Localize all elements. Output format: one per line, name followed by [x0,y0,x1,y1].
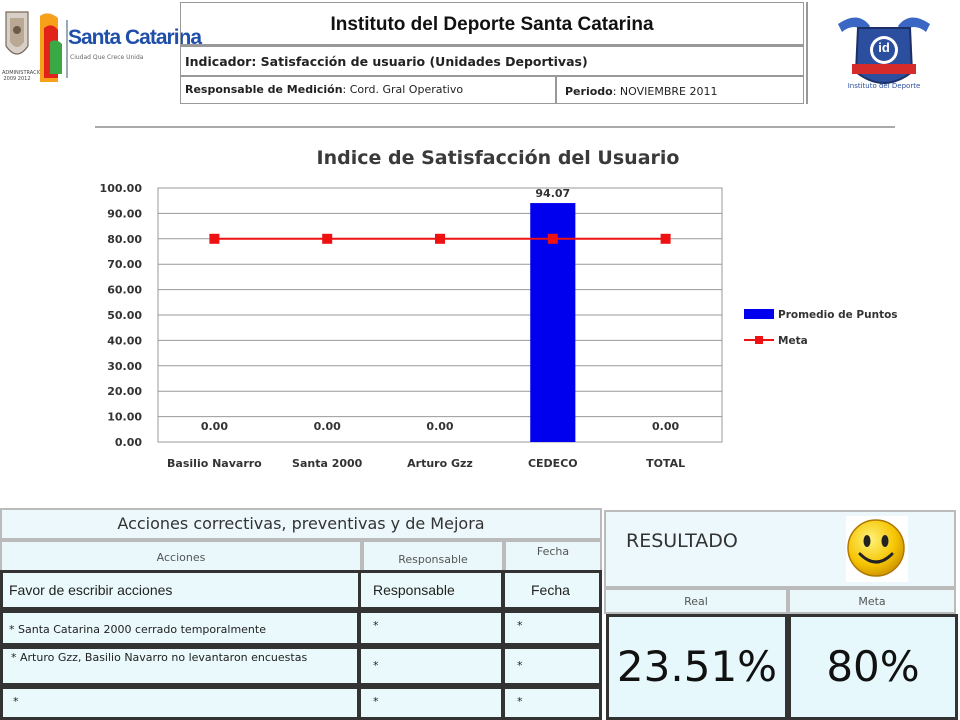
y-tick-label: 100.00 [100,182,143,195]
x-tick-label: TOTAL [646,457,685,470]
periodo-value: : NOVIEMBRE 2011 [612,85,718,98]
x-tick-label: Santa 2000 [292,457,363,470]
x-tick-label: Basilio Navarro [167,457,262,470]
action-cell[interactable]: * Arturo Gzz, Basilio Navarro no levanta… [0,646,360,686]
bar-data-label: 0.00 [426,420,453,433]
fecha-cell[interactable]: * [502,686,602,720]
responsable-value: : Cord. Gral Operativo [342,83,464,96]
result-header: RESULTADO [604,510,956,588]
fecha-cell[interactable]: * [502,646,602,686]
y-tick-label: 40.00 [107,334,142,347]
legend-label: Promedio de Puntos [778,309,898,321]
santa-catarina-logo: Santa Catarina Ciudad Que Crece Unida [36,8,202,86]
result-real-header: Real [604,588,788,614]
legend-label: Meta [778,335,808,347]
result-label: RESULTADO [626,530,738,552]
responsable-field: Responsable de Medición: Cord. Gral Oper… [180,76,556,104]
santa-catarina-logo-tagline: Ciudad Que Crece Unida [70,54,144,61]
chart-title: Indice de Satisfacción del Usuario [317,147,680,169]
meta-point [435,233,445,244]
y-tick-label: 10.00 [107,411,142,424]
result-panel: RESULTADO Real Meta 23.51% 80% [604,508,960,720]
responsable-cell[interactable]: * [358,646,504,686]
y-tick-label: 20.00 [107,385,142,398]
actions-table: Acciones correctivas, preventivas y de M… [0,508,602,720]
periodo-label: Periodo [565,85,613,98]
responsable-label: Responsable de Medición [185,83,343,96]
action-cell[interactable]: * [0,686,360,720]
meta-point [209,233,220,244]
smiley-face-icon [844,514,910,584]
fecha-cell[interactable]: * [502,610,602,646]
y-tick-label: 0.00 [115,436,142,449]
y-tick-label: 80.00 [107,233,142,246]
instituto-deporte-logo: id Instituto del Deporte [806,2,960,104]
id-logo-caption: Instituto del Deporte [847,82,921,90]
y-tick-label: 70.00 [107,258,142,271]
responsable-cell[interactable]: * [358,686,504,720]
x-tick-label: Arturo Gzz [407,457,473,470]
action-cell[interactable]: Favor de escribir acciones [0,570,362,610]
meta-point [322,233,333,244]
y-tick-label: 60.00 [107,284,142,297]
y-tick-label: 50.00 [107,309,142,322]
actions-title: Acciones correctivas, preventivas y de M… [0,508,602,540]
y-tick-label: 90.00 [107,207,142,220]
bar-data-label: 94.07 [535,187,570,200]
y-tick-label: 30.00 [107,360,142,373]
periodo-field: Periodo: NOVIEMBRE 2011 [556,76,804,104]
id-logo-text: id [878,40,890,55]
chart-top-rule [95,126,895,128]
satisfaction-chart: Indice de Satisfacción del Usuario 0.00 1… [100,147,898,470]
bar-data-label: 0.00 [201,420,228,433]
result-real-value: 23.51% [606,614,788,720]
report-header: ADMINISTRACIÓN 2009 2012 Santa Catarina … [0,0,960,104]
page-title: Instituto del Deporte Santa Catarina [180,2,804,46]
meta-point [547,233,558,244]
chart-plot-area: 0.00 10.00 20.00 30.00 40.00 50.00 60.00 70.00 8… [100,182,898,470]
fecha-cell[interactable]: Fecha [502,570,602,610]
meta-point [660,233,671,244]
bar-data-label: 0.00 [652,420,679,433]
bar-data-label: 0.00 [314,420,341,433]
municipal-seal-logo: ADMINISTRACIÓN 2009 2012 [2,6,46,92]
result-meta-value: 80% [788,614,958,720]
legend-swatch-marker [755,336,763,344]
indicator-label: Indicador: Satisfacción de usuario (Unid… [180,46,804,76]
responsable-cell[interactable]: * [358,610,504,646]
responsable-cell[interactable]: Responsable [358,570,504,610]
legend-swatch-bar [744,309,774,319]
result-meta-header: Meta [788,588,956,614]
x-tick-label: CEDECO [528,457,578,470]
action-cell[interactable]: * Santa Catarina 2000 cerrado temporalme… [0,610,360,646]
seal-caption: ADMINISTRACIÓN 2009 2012 [2,70,46,82]
